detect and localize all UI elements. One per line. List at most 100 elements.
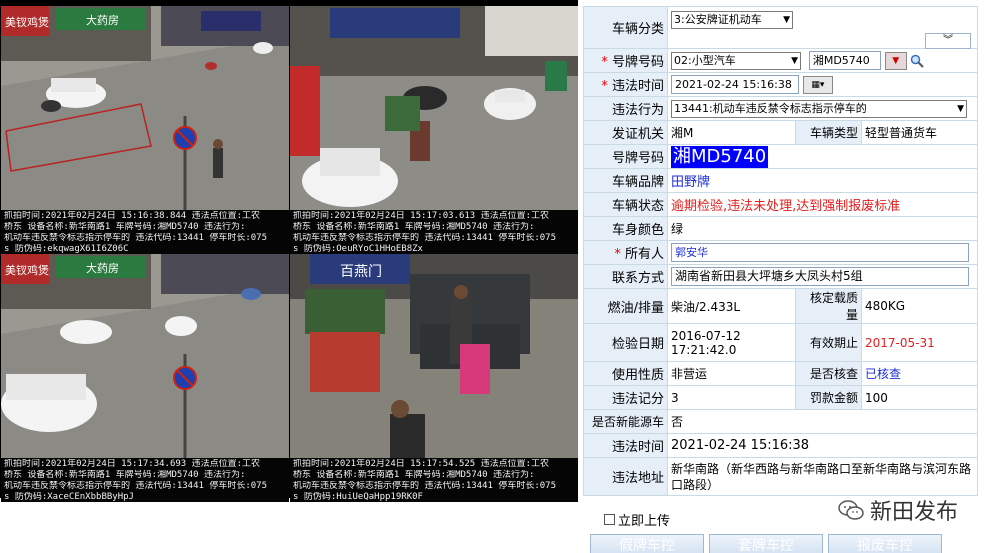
scrap-control-button[interactable]: 报废车控 [828,534,942,553]
owner-label: 所有人 [583,240,668,265]
body-color-label: 车身颜色 [583,216,668,241]
street-scene-2 [290,6,578,210]
vehicle-type-value: 轻型普通货车 [861,120,978,145]
owner-cell: 郭安华 [667,240,978,265]
watermark-text: 新田发布 [870,500,959,525]
violation-act-select[interactable]: 13441:机动车违反禁令标志指示停车的 ▼ [671,99,967,118]
caption-line: s 防伪码:ekqwagX61I6Z06C [4,244,129,254]
valid-until-value: 2017-05-31 [861,323,978,362]
plate-number-cell: 湘MD5740 [667,144,978,169]
owner-input[interactable]: 郭安华 [671,243,969,262]
collapse-button[interactable]: ︾ [925,33,971,49]
usage-label: 使用性质 [583,361,668,386]
capture-photo-3[interactable]: 美钗鸡煲 大药房 抓拍时间:2021年02月24日 15:17:34.693 违… [1,254,289,502]
load-value: 480KG [861,288,978,324]
vehicle-info-form: 车辆分类 3:公安牌证机动车 ▼ ︾ 号牌号码 02:小型汽车 ▼ 湘MD574… [583,6,978,496]
plate-lookup-button[interactable]: ▼ [884,51,907,70]
street-scene-1: 美钗鸡煲 大药房 [1,6,289,210]
fuel-label: 燃油/排量 [583,288,668,324]
issuing-authority-value: 湘M [667,120,796,145]
violation-time2-label: 违法时间 [583,433,668,458]
upload-label: 立即上传 [618,514,671,529]
vehicle-category-cell: 3:公安牌证机动车 ▼ ︾ [667,6,978,49]
brand-label: 车辆品牌 [583,168,668,193]
capture-photo-1[interactable]: 美钗鸡煲 大药房 抓拍时间:2021年02月24日 15:16:38.844 违… [1,6,289,254]
capture-caption-3: 抓拍时间:2021年02月24日 15:17:34.693 违法点位置:工农 桥… [1,458,289,502]
caption-line: 抓拍时间:2021年02月24日 15:17:54.525 违法点位置:工农 [293,459,550,469]
vehicle-status-value: 逾期检验,违法未处理,达到强制报废标准 [667,192,978,217]
vehicle-category-select[interactable]: 3:公安牌证机动车 ▼ [671,11,793,29]
upload-checkbox[interactable] [604,514,615,525]
plate-query-icon: ▼ [892,55,900,66]
usage-value: 非营运 [667,361,796,386]
cloned-plate-control-button[interactable]: 套牌车控 [709,534,823,553]
caption-line: 机动车违反禁令标志指示停车的 违法代码:13441 停车时长:075 [4,233,268,243]
watermark: 新田发布 [838,494,958,526]
caption-line: 机动车违反禁令标志指示停车的 违法代码:13441 停车时长:075 [4,481,268,491]
fine-label: 罚款金额 [795,385,862,410]
contact-cell: 湖南省新田县大坪塘乡大凤头村5组 [667,264,978,289]
capture-caption-4: 抓拍时间:2021年02月24日 15:17:54.525 违法点位置:工农 桥… [290,458,578,502]
caption-line: s 防伪码:XaceCEnXbbBByHpJ [4,492,134,502]
vehicle-status-label: 车辆状态 [583,192,668,217]
caption-line: 机动车违反禁令标志指示停车的 违法代码:13441 停车时长:075 [293,233,557,243]
contact-label: 联系方式 [583,264,668,289]
street-scene-3: 美钗鸡煲 大药房 [1,254,289,458]
violation-time-cell: 2021-02-24 15:16:38 ▦▾ [667,72,978,97]
violation-place-value: 新华南路（新华西路与新华南路口至新华南路与滨河东路口路段） [667,457,978,496]
plate-type-value: 02:小型汽车 [674,53,736,67]
brand-value: 田野牌 [667,168,978,193]
violation-act-value: 13441:机动车违反禁令标志指示停车的 [674,101,867,115]
shop-sign-pharmacy: 大药房 [86,13,119,27]
violation-time-input[interactable]: 2021-02-24 15:16:38 [671,75,799,94]
chevron-down-icon: ▼ [791,55,798,66]
vehicle-category-label: 车辆分类 [583,6,668,49]
caption-line: 抓拍时间:2021年02月24日 15:17:34.693 违法点位置:工农 [4,459,261,469]
caption-line: s 防伪码:HuiUeQaHpp19RK0F [293,492,423,502]
checked-label: 是否核查 [795,361,862,386]
fake-plate-control-button[interactable]: 假牌车控 [590,534,704,553]
violation-act-label: 违法行为 [583,96,668,121]
new-energy-value: 否 [667,409,978,434]
inspect-date-label: 检验日期 [583,323,668,362]
capture-photo-4[interactable]: 百燕门 抓拍时间:2021年02月24日 15:17:54.525 违法点位置:… [290,254,578,502]
load-label: 核定载质量 [795,288,862,324]
points-label: 违法记分 [583,385,668,410]
calendar-icon: ▦▾ [811,79,825,90]
vehicle-category-value: 3:公安牌证机动车 [674,13,762,26]
plate-type-label: 号牌号码 [583,48,668,73]
calendar-button[interactable]: ▦▾ [802,75,833,94]
caption-line: 桥东 设备名称:新华南路1 车牌号码:湘MD5740 违法行为: [4,470,246,480]
violation-act-cell: 13441:机动车违反禁令标志指示停车的 ▼ [667,96,978,121]
caption-line: s 防伪码:OeuRYoC1HHoEB8Zx [293,244,423,254]
double-chevron-down-icon: ︾ [943,35,953,46]
capture-photo-2[interactable]: 抓拍时间:2021年02月24日 15:17:03.613 违法点位置:工农 桥… [290,6,578,254]
caption-line: 抓拍时间:2021年02月24日 15:16:38.844 违法点位置:工农 [4,211,261,221]
caption-line: 桥东 设备名称:新华南路1 车牌号码:湘MD5740 违法行为: [4,222,246,232]
inspect-date-cell: 2016-07-12 17:21:42.0 [667,323,796,362]
points-value: 3 [667,385,796,410]
fine-value: 100 [861,385,978,410]
capture-caption-2: 抓拍时间:2021年02月24日 15:17:03.613 违法点位置:工农 桥… [290,210,578,254]
search-icon[interactable] [910,54,925,68]
upload-now-option[interactable]: 立即上传 [604,510,670,529]
body-color-value: 绿 [667,216,978,241]
plate-number-label: 号牌号码 [583,144,668,169]
fuel-value: 柴油/2.433L [667,288,796,324]
violation-place-label: 违法地址 [583,457,668,496]
valid-until-label: 有效期止 [795,323,862,362]
chevron-down-icon: ▼ [783,15,790,25]
street-scene-4: 百燕门 [290,254,578,458]
plate-type-select[interactable]: 02:小型汽车 ▼ [671,51,801,70]
wechat-logo-icon [838,500,864,520]
new-energy-label: 是否新能源车 [583,409,668,434]
plate-type-cell: 02:小型汽车 ▼ 湘MD5740 ▼ [667,48,978,73]
inspect-time-value: 17:21:42.0 [671,342,737,357]
caption-line: 桥东 设备名称:新华南路1 车牌号码:湘MD5740 违法行为: [293,222,535,232]
contact-input[interactable]: 湖南省新田县大坪塘乡大凤头村5组 [671,267,969,286]
inspect-date-value: 2016-07-12 [671,328,741,343]
violation-time2-value: 2021-02-24 15:16:38 [667,433,978,458]
plate-number-input[interactable]: 湘MD5740 [808,51,881,70]
chevron-down-icon: ▼ [957,103,964,114]
vehicle-type-label: 车辆类型 [795,120,862,145]
